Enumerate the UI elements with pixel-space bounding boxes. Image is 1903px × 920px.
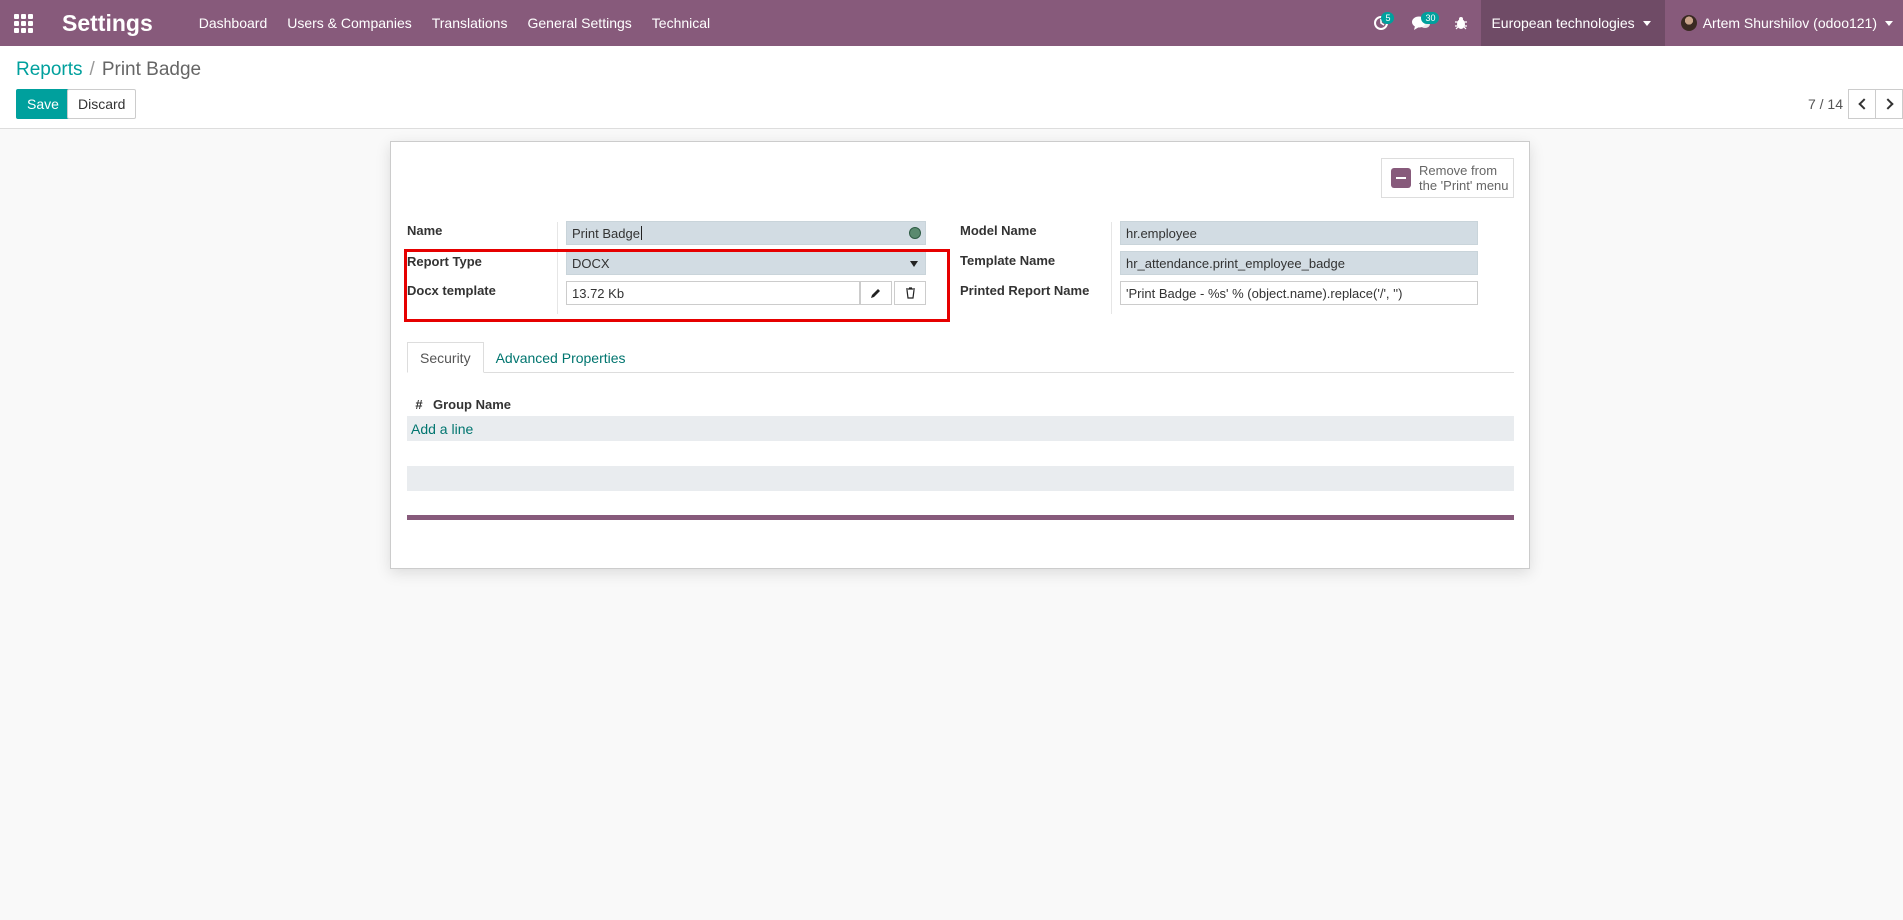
- printed-report-name-field[interactable]: 'Print Badge - %s' % (object.name).repla…: [1120, 281, 1478, 305]
- column-header-group-name[interactable]: Group Name: [433, 397, 511, 412]
- minus-square-icon: [1391, 168, 1411, 188]
- tab-security[interactable]: Security: [407, 342, 484, 373]
- model-name-field: hr.employee: [1120, 221, 1478, 245]
- list-empty-row: [407, 466, 1514, 491]
- template-name-field: hr_attendance.print_employee_badge: [1120, 251, 1478, 275]
- report-type-value: DOCX: [572, 255, 610, 271]
- template-name-value: hr_attendance.print_employee_badge: [1126, 255, 1346, 271]
- navbar-systray: 5 30 European technologies Artem Shurshi…: [1361, 0, 1903, 46]
- menu-item-technical[interactable]: Technical: [652, 15, 710, 31]
- avatar: [1680, 15, 1697, 31]
- menu-item-users-companies[interactable]: Users & Companies: [287, 15, 412, 31]
- activity-clock-icon[interactable]: 5: [1361, 0, 1401, 46]
- debug-bug-icon[interactable]: [1441, 0, 1481, 46]
- notebook-tabs: Security Advanced Properties: [407, 342, 1514, 373]
- docx-template-field[interactable]: 13.72 Kb: [566, 281, 860, 305]
- remove-from-print-menu-button[interactable]: Remove from the 'Print' menu: [1381, 158, 1514, 198]
- company-switcher[interactable]: European technologies: [1481, 0, 1665, 46]
- breadcrumb-separator: /: [89, 59, 95, 80]
- chevron-right-icon: [1881, 98, 1894, 110]
- dropdown-arrow-icon: [910, 261, 918, 267]
- remove-button-line1: Remove from: [1419, 163, 1498, 178]
- apps-menu-icon[interactable]: [0, 0, 46, 46]
- breadcrumb-current: Print Badge: [101, 59, 202, 80]
- add-a-line-link[interactable]: Add a line: [407, 416, 1514, 441]
- edit-template-button[interactable]: [860, 281, 892, 305]
- report-type-label: Report Type: [407, 254, 482, 269]
- left-group-divider: [557, 222, 558, 314]
- pager-previous-button[interactable]: [1848, 89, 1876, 119]
- company-name: European technologies: [1491, 15, 1635, 31]
- pager: 7 / 14: [1808, 89, 1903, 119]
- trash-icon: [905, 287, 915, 299]
- printed-report-name-value: 'Print Badge - %s' % (object.name).repla…: [1126, 285, 1403, 301]
- model-name-label: Model Name: [960, 223, 1037, 238]
- breadcrumb: Reports / Print Badge: [16, 59, 201, 81]
- breadcrumb-reports-link[interactable]: Reports: [16, 59, 83, 81]
- divider-line: [407, 515, 1514, 520]
- messages-count-badge: 30: [1421, 12, 1440, 24]
- pager-value[interactable]: 7 / 14: [1808, 96, 1843, 112]
- control-panel: Reports / Print Badge Save Discard 7 / 1…: [0, 46, 1903, 129]
- app-title: Settings: [62, 9, 153, 36]
- docx-template-value: 13.72 Kb: [572, 285, 625, 301]
- form-sheet: Remove from the 'Print' menu Name Report…: [390, 141, 1530, 569]
- column-header-number: #: [415, 396, 423, 412]
- list-header: # Group Name: [407, 392, 1514, 416]
- save-button[interactable]: Save: [16, 89, 70, 119]
- tab-advanced-properties[interactable]: Advanced Properties: [484, 342, 638, 373]
- model-name-value: hr.employee: [1126, 225, 1197, 241]
- chevron-down-icon: [1885, 20, 1893, 26]
- user-menu[interactable]: Artem Shurshilov (odoo121): [1665, 0, 1903, 46]
- translate-globe-icon[interactable]: [909, 227, 921, 239]
- remove-button-line2: the 'Print' menu: [1419, 178, 1509, 193]
- pencil-icon: [871, 289, 880, 298]
- right-group-divider: [1111, 222, 1112, 314]
- report-type-select[interactable]: DOCX: [566, 251, 926, 275]
- name-label: Name: [407, 223, 443, 238]
- pager-next-button[interactable]: [1875, 89, 1903, 119]
- messages-chat-icon[interactable]: 30: [1401, 0, 1441, 46]
- discard-button[interactable]: Discard: [67, 89, 137, 119]
- docx-template-label: Docx template: [407, 283, 496, 298]
- user-name: Artem Shurshilov (odoo121): [1702, 15, 1877, 31]
- menu-item-general-settings[interactable]: General Settings: [527, 15, 631, 31]
- main-menu: Dashboard Users & Companies Translations…: [199, 15, 730, 31]
- name-field[interactable]: Print Badge: [566, 221, 926, 245]
- menu-item-translations[interactable]: Translations: [432, 15, 508, 31]
- top-navbar: Settings Dashboard Users & Companies Tra…: [0, 0, 1903, 46]
- activity-count-badge: 5: [1381, 12, 1395, 24]
- printed-report-name-label: Printed Report Name: [960, 283, 1090, 298]
- name-value: Print Badge: [572, 225, 640, 241]
- delete-template-button[interactable]: [894, 281, 926, 305]
- template-name-label: Template Name: [960, 253, 1056, 268]
- chevron-left-icon: [1857, 98, 1870, 110]
- chevron-down-icon: [1642, 20, 1651, 26]
- menu-item-dashboard[interactable]: Dashboard: [199, 15, 268, 31]
